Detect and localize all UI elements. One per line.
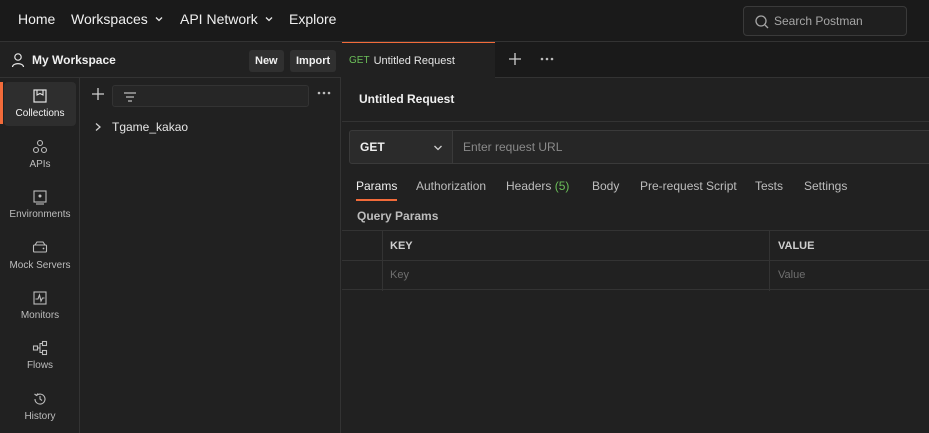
sidebar-item-label: Flows bbox=[26, 360, 54, 371]
collections-icon bbox=[33, 89, 47, 103]
table-header-row: KEY VALUE bbox=[342, 230, 929, 261]
apis-icon bbox=[32, 139, 48, 154]
divider bbox=[342, 121, 929, 122]
workspace-header: My Workspace New Import bbox=[0, 42, 341, 78]
sidebar-item-label: Monitors bbox=[20, 310, 60, 321]
column-divider bbox=[382, 231, 383, 261]
tab-body[interactable]: Body bbox=[592, 179, 619, 193]
environments-icon bbox=[33, 190, 47, 205]
request-url-input[interactable]: Enter request URL bbox=[453, 130, 929, 164]
value-input[interactable]: Value bbox=[778, 269, 805, 281]
collection-name: Tgame_kakao bbox=[112, 120, 189, 134]
request-title[interactable]: Untitled Request bbox=[359, 92, 454, 106]
tab-params[interactable]: Params bbox=[356, 179, 398, 201]
sidebar-item-label: Mock Servers bbox=[9, 260, 71, 271]
more-icon[interactable] bbox=[317, 91, 331, 95]
sidebar-item-label: Collections bbox=[15, 108, 65, 119]
sidebar-item-label: APIs bbox=[29, 159, 51, 170]
tab-method-badge: GET bbox=[349, 55, 370, 66]
tab-settings[interactable]: Settings bbox=[804, 179, 847, 193]
search-icon bbox=[755, 15, 769, 29]
monitors-icon bbox=[33, 291, 47, 305]
nav-api-network[interactable]: API Network bbox=[180, 11, 274, 27]
tab-tests[interactable]: Tests bbox=[755, 179, 783, 193]
collection-item[interactable]: Tgame_kakao bbox=[94, 120, 188, 134]
chevron-down-icon bbox=[434, 145, 442, 151]
nav-explore-label: Explore bbox=[289, 11, 337, 27]
chevron-down-icon bbox=[155, 17, 163, 22]
new-button[interactable]: New bbox=[249, 50, 284, 72]
column-header-key: KEY bbox=[390, 240, 413, 252]
new-tab-plus-icon[interactable] bbox=[508, 52, 522, 66]
workspace-title[interactable]: My Workspace bbox=[32, 53, 116, 67]
nav-workspaces-label: Workspaces bbox=[71, 11, 148, 27]
nav-api-network-label: API Network bbox=[180, 11, 258, 27]
collections-filter-input[interactable] bbox=[112, 85, 309, 107]
nav-explore[interactable]: Explore bbox=[289, 11, 336, 27]
query-params-label: Query Params bbox=[357, 209, 439, 223]
chevron-down-icon bbox=[265, 17, 273, 22]
sidebar-item-label: History bbox=[24, 411, 56, 422]
chevron-right-icon[interactable] bbox=[94, 122, 102, 132]
nav-home-label: Home bbox=[18, 11, 56, 27]
tab-headers-label: Headers bbox=[506, 179, 552, 193]
more-icon[interactable] bbox=[540, 57, 554, 61]
top-navigation-bar: Home Workspaces API Network Explore Sear… bbox=[0, 0, 929, 42]
flows-icon bbox=[32, 340, 48, 356]
column-header-value: VALUE bbox=[778, 240, 815, 252]
sidebar-item-flows[interactable]: Flows bbox=[4, 334, 76, 378]
mock-servers-icon bbox=[32, 241, 48, 253]
tab-pre-request-script[interactable]: Pre-request Script bbox=[640, 179, 737, 193]
search-placeholder: Search Postman bbox=[774, 14, 863, 28]
sidebar-item-mock-servers[interactable]: Mock Servers bbox=[4, 234, 76, 278]
nav-home[interactable]: Home bbox=[18, 11, 55, 27]
column-divider bbox=[769, 261, 770, 291]
key-input[interactable]: Key bbox=[390, 269, 409, 281]
tab-headers[interactable]: Headers (5) bbox=[506, 179, 569, 193]
table-row: Key Value bbox=[342, 260, 929, 291]
collections-panel: Tgame_kakao bbox=[80, 78, 341, 433]
nav-workspaces[interactable]: Workspaces bbox=[71, 11, 164, 27]
history-icon bbox=[34, 393, 46, 405]
search-input[interactable]: Search Postman bbox=[743, 6, 907, 36]
sidebar-item-monitors[interactable]: Monitors bbox=[4, 284, 76, 328]
filter-icon bbox=[124, 92, 136, 102]
sidebar-item-environments[interactable]: Environments bbox=[4, 183, 76, 227]
sidebar-item-history[interactable]: History bbox=[4, 385, 76, 429]
tab-untitled-request[interactable]: GET Untitled Request bbox=[342, 42, 495, 78]
column-divider bbox=[769, 231, 770, 261]
user-icon bbox=[11, 53, 25, 68]
sidebar-item-collections[interactable]: Collections bbox=[4, 82, 76, 126]
method-select[interactable]: GET bbox=[349, 130, 453, 164]
sidebar-item-label: Environments bbox=[9, 209, 71, 220]
method-value: GET bbox=[360, 140, 385, 154]
column-divider bbox=[382, 261, 383, 291]
import-button[interactable]: Import bbox=[290, 50, 337, 72]
sidebar-item-apis[interactable]: APIs bbox=[4, 133, 76, 177]
tab-title: Untitled Request bbox=[373, 54, 455, 67]
plus-icon[interactable] bbox=[91, 87, 105, 101]
sidebar-rail: Collections APIs Environments Mock Serve… bbox=[0, 78, 80, 433]
headers-count-badge: (5) bbox=[554, 179, 570, 193]
tab-authorization[interactable]: Authorization bbox=[416, 179, 486, 193]
active-indicator bbox=[0, 82, 3, 124]
request-tabs-bar: GET Untitled Request bbox=[342, 42, 929, 78]
